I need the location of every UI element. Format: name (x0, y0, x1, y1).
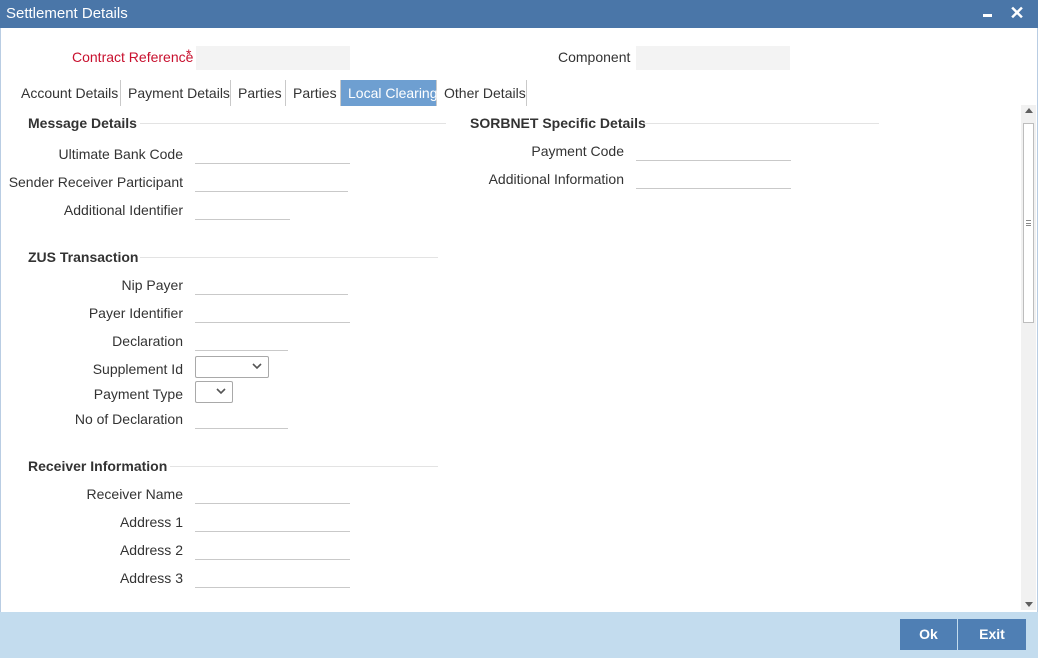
component-input[interactable] (636, 46, 790, 70)
supplement-id-select[interactable] (195, 356, 269, 378)
address-2-label: Address 2 (119, 542, 183, 558)
tab-other-details[interactable]: Other Details (437, 80, 527, 106)
scroll-down-icon[interactable] (1025, 602, 1033, 607)
payment-type-select[interactable] (195, 381, 233, 403)
tab-account-details[interactable]: Account Details (14, 80, 121, 106)
required-marker: * (186, 46, 192, 62)
nip-payer-label: Nip Payer (121, 277, 183, 293)
sender-receiver-participant-label: Sender Receiver Participant (8, 174, 183, 190)
window-title: Settlement Details (6, 5, 128, 22)
additional-information-input[interactable] (636, 165, 791, 189)
section-divider (140, 257, 438, 258)
supplement-id-label: Supplement Id (92, 361, 183, 377)
message-details-heading: Message Details (28, 115, 137, 131)
section-divider (642, 123, 879, 124)
minimize-icon[interactable] (977, 2, 997, 24)
payment-code-input[interactable] (636, 137, 791, 161)
tab-parties-2[interactable]: Parties (286, 80, 341, 106)
address-3-label: Address 3 (119, 570, 183, 586)
section-divider (140, 123, 446, 124)
payer-identifier-label: Payer Identifier (88, 305, 183, 321)
address-1-label: Address 1 (119, 514, 183, 530)
sorbnet-heading: SORBNET Specific Details (470, 115, 646, 131)
additional-identifier-input[interactable] (195, 196, 290, 220)
grip-icon (1026, 220, 1031, 226)
zus-transaction-heading: ZUS Transaction (28, 249, 139, 265)
declaration-label: Declaration (112, 333, 183, 349)
payer-identifier-input[interactable] (195, 299, 350, 323)
receiver-name-label: Receiver Name (86, 486, 183, 502)
address-2-input[interactable] (195, 536, 350, 560)
no-of-declaration-label: No of Declaration (74, 411, 183, 427)
window-titlebar: Settlement Details ✕ (0, 0, 1038, 28)
additional-information-label: Additional Information (488, 171, 624, 187)
payment-type-label: Payment Type (93, 386, 183, 402)
exit-button[interactable]: Exit (958, 619, 1026, 650)
scrollbar-thumb[interactable] (1023, 123, 1034, 323)
additional-identifier-label: Additional Identifier (63, 202, 183, 218)
payment-code-label: Payment Code (531, 143, 624, 159)
chevron-down-icon (252, 363, 262, 370)
ultimate-bank-code-input[interactable] (195, 140, 350, 164)
vertical-scrollbar[interactable] (1021, 105, 1036, 610)
nip-payer-input[interactable] (195, 271, 348, 295)
contract-reference-input[interactable] (196, 46, 350, 70)
scroll-up-icon[interactable] (1025, 108, 1033, 113)
ultimate-bank-code-label: Ultimate Bank Code (58, 146, 183, 162)
chevron-down-icon (216, 388, 226, 395)
component-label: Component (558, 49, 631, 65)
declaration-input[interactable] (195, 327, 288, 351)
section-divider (170, 466, 438, 467)
receiver-name-input[interactable] (195, 480, 350, 504)
address-1-input[interactable] (195, 508, 350, 532)
no-of-declaration-input[interactable] (195, 405, 288, 429)
receiver-information-heading: Receiver Information (28, 458, 168, 474)
close-icon[interactable]: ✕ (1007, 2, 1027, 24)
dialog-footer: Ok Exit (0, 612, 1038, 658)
tab-payment-details[interactable]: Payment Details (121, 80, 231, 106)
contract-reference-label: Contract Reference (72, 49, 194, 65)
tab-local-clearing[interactable]: Local Clearing (341, 80, 438, 106)
sender-receiver-participant-input[interactable] (195, 168, 348, 192)
address-3-input[interactable] (195, 564, 350, 588)
ok-button[interactable]: Ok (900, 619, 957, 650)
tab-parties[interactable]: Parties (231, 80, 286, 106)
